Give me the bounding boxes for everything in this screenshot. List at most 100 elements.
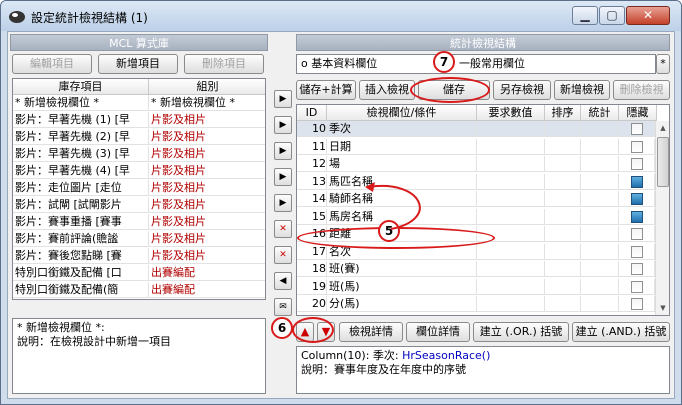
insert-view-button[interactable]: 插入檢視 (359, 80, 415, 100)
hidden-checkbox[interactable] (631, 123, 643, 135)
view-hidden-cell[interactable] (619, 243, 655, 260)
add-arrow-button-4[interactable]: ▶ (274, 168, 292, 186)
delete-view-button[interactable]: 刪除檢視 (613, 80, 670, 100)
hidden-checkbox[interactable] (631, 298, 643, 310)
view-hidden-cell[interactable] (619, 156, 655, 172)
view-hidden-cell[interactable] (619, 261, 655, 277)
view-hidden-cell[interactable] (619, 121, 655, 137)
view-row[interactable]: 18 班(賽) (297, 261, 655, 277)
new-item-button[interactable]: 新增項目 (98, 54, 178, 74)
view-row[interactable]: 20 分(馬) (297, 296, 655, 312)
view-row[interactable]: 19 班(馬) (297, 278, 655, 295)
view-selector-button[interactable]: * (656, 54, 670, 74)
close-button[interactable]: ✕ (626, 6, 670, 25)
view-id-cell: 11 (297, 138, 327, 155)
view-structure-grid[interactable]: ID 檢視欄位/條件 要求數值 排序 統計 隱藏 10 季次 11 日期 12 場 13 馬匹… (296, 104, 670, 316)
view-row[interactable]: 11 日期 (297, 138, 655, 155)
view-row[interactable]: 14 騎師名稱 (297, 191, 655, 207)
add-star-button[interactable]: ▶ (274, 194, 292, 212)
view-field-cell: 班(賽) (327, 261, 477, 277)
library-group-cell: 片影及相片 (149, 112, 265, 128)
library-group-cell: 片影及相片 (149, 248, 265, 264)
hidden-checkbox[interactable] (631, 280, 643, 293)
col-header-stat[interactable]: 統計 (581, 105, 619, 121)
and-bracket-button[interactable]: 建立 (.AND.) 括號 (572, 322, 670, 342)
library-group-cell: 片影及相片 (149, 180, 265, 196)
library-row[interactable]: 特別口銜鐵及配備(簡 出賽編配 (13, 282, 265, 298)
delete-item-button[interactable]: 刪除項目 (184, 54, 264, 74)
view-hidden-cell[interactable] (619, 278, 655, 295)
hidden-checkbox[interactable] (631, 193, 643, 205)
mail-button[interactable]: ✉ (274, 298, 292, 316)
view-hidden-cell[interactable] (619, 173, 655, 190)
view-sort-cell (545, 278, 581, 295)
minimize-button[interactable]: ▁ (572, 6, 598, 25)
library-description: * 新增檢視欄位 *: 說明：在檢視設計中新增一項目 (12, 318, 266, 394)
col-header-id[interactable]: ID (297, 105, 327, 121)
library-row[interactable]: 影片：早著先機 (2) [早 片影及相片 (13, 129, 265, 145)
view-hidden-cell[interactable] (619, 138, 655, 155)
scroll-thumb[interactable] (657, 137, 669, 187)
hidden-checkbox[interactable] (631, 228, 643, 240)
col-header-item[interactable]: 庫存項目 (13, 79, 149, 95)
scroll-down-icon[interactable]: ▼ (656, 301, 669, 315)
view-hidden-cell[interactable] (619, 208, 655, 225)
title-bar[interactable]: 設定統計檢視結構 (1) ▁ ▢ ✕ (1, 1, 681, 31)
view-row[interactable]: 15 馬房名稱 (297, 208, 655, 225)
view-stat-cell (581, 261, 619, 277)
library-row[interactable]: 影片：賽後您點睇 [賽 片影及相片 (13, 248, 265, 264)
library-row[interactable]: 影片：早著先機 (4) [早 片影及相片 (13, 163, 265, 179)
library-row[interactable]: * 新增檢視欄位 * * 新增檢視欄位 * (13, 95, 265, 111)
remove-all-button[interactable]: ✕ (274, 246, 292, 264)
save-as-view-button[interactable]: 另存檢視 (493, 80, 551, 100)
scroll-up-icon[interactable]: ▲ (656, 121, 669, 135)
field-detail-button[interactable]: 欄位詳情 (406, 322, 470, 342)
add-view-button[interactable]: 新增檢視 (554, 80, 610, 100)
library-item-cell: 影片：早著先機 (4) [早 (13, 163, 149, 179)
library-row[interactable]: 影片：早著先機 (3) [早 片影及相片 (13, 146, 265, 162)
view-required-cell (477, 208, 545, 225)
library-row[interactable]: 影片：賽事重播 [賽事 片影及相片 (13, 214, 265, 230)
add-arrow-button-2[interactable]: ▶ (274, 116, 292, 134)
col-header-sort[interactable]: 排序 (545, 105, 581, 121)
view-row[interactable]: 10 季次 (297, 121, 655, 137)
view-hidden-cell[interactable] (619, 191, 655, 207)
view-header-row: ID 檢視欄位/條件 要求數值 排序 統計 隱藏 (297, 105, 657, 121)
add-arrow-button[interactable]: ▶ (274, 90, 292, 108)
library-grid[interactable]: 庫存項目 組別 * 新增檢視欄位 * * 新增檢視欄位 * 影片：早著先機 (1) … (12, 78, 266, 300)
col-header-field[interactable]: 檢視欄位/條件 (327, 105, 477, 121)
view-sort-cell (545, 243, 581, 260)
hidden-checkbox[interactable] (631, 245, 643, 258)
library-row[interactable]: 影片：早著先機 (1) [早 片影及相片 (13, 112, 265, 128)
col-header-required[interactable]: 要求數值 (477, 105, 545, 121)
view-hidden-cell[interactable] (619, 226, 655, 242)
maximize-button[interactable]: ▢ (599, 6, 625, 25)
save-calc-button[interactable]: 儲存+計算 (296, 80, 356, 100)
remove-button[interactable]: ✕ (274, 220, 292, 238)
view-row[interactable]: 13 馬匹名稱 (297, 173, 655, 190)
view-stat-cell (581, 191, 619, 207)
col-header-group[interactable]: 組別 (149, 79, 265, 95)
view-hidden-cell[interactable] (619, 296, 655, 312)
view-grid-scrollbar[interactable]: ▲ ▼ (655, 121, 669, 315)
edit-item-button[interactable]: 編輯項目 (12, 54, 92, 74)
library-row[interactable]: 影片：走位圖片 [走位 片影及相片 (13, 180, 265, 196)
hidden-checkbox[interactable] (631, 175, 643, 188)
hidden-checkbox[interactable] (631, 140, 643, 153)
library-row[interactable]: 影片：賽前評論(贍謐 片影及相片 (13, 231, 265, 247)
view-row[interactable]: 12 場 (297, 156, 655, 172)
view-name-field[interactable]: o 基本資料欄位 一般常用欄位 (296, 54, 656, 74)
hidden-checkbox[interactable] (631, 158, 643, 170)
rewind-button[interactable]: ◀ (274, 272, 292, 290)
library-row[interactable]: 特別口銜鐵及配備 [口 出賽編配 (13, 265, 265, 281)
library-row[interactable]: 影片：試閘 [試閘影片 片影及相片 (13, 197, 265, 213)
add-arrow-button-3[interactable]: ▶ (274, 142, 292, 160)
col-header-hidden[interactable]: 隱藏 (619, 105, 657, 121)
field-info-panel: Column(10): 季次: HrSeasonRace() 說明：賽事年度及在… (296, 346, 670, 394)
or-bracket-button[interactable]: 建立 (.OR.) 括號 (473, 322, 569, 342)
view-detail-button[interactable]: 檢視詳情 (339, 322, 403, 342)
library-item-cell: 影片：賽事重播 [賽事 (13, 214, 149, 230)
main-window: 設定統計檢視結構 (1) ▁ ▢ ✕ MCL 算式庫 編輯項目 新增項目 刪除項… (0, 0, 682, 405)
hidden-checkbox[interactable] (631, 210, 643, 223)
hidden-checkbox[interactable] (631, 263, 643, 275)
